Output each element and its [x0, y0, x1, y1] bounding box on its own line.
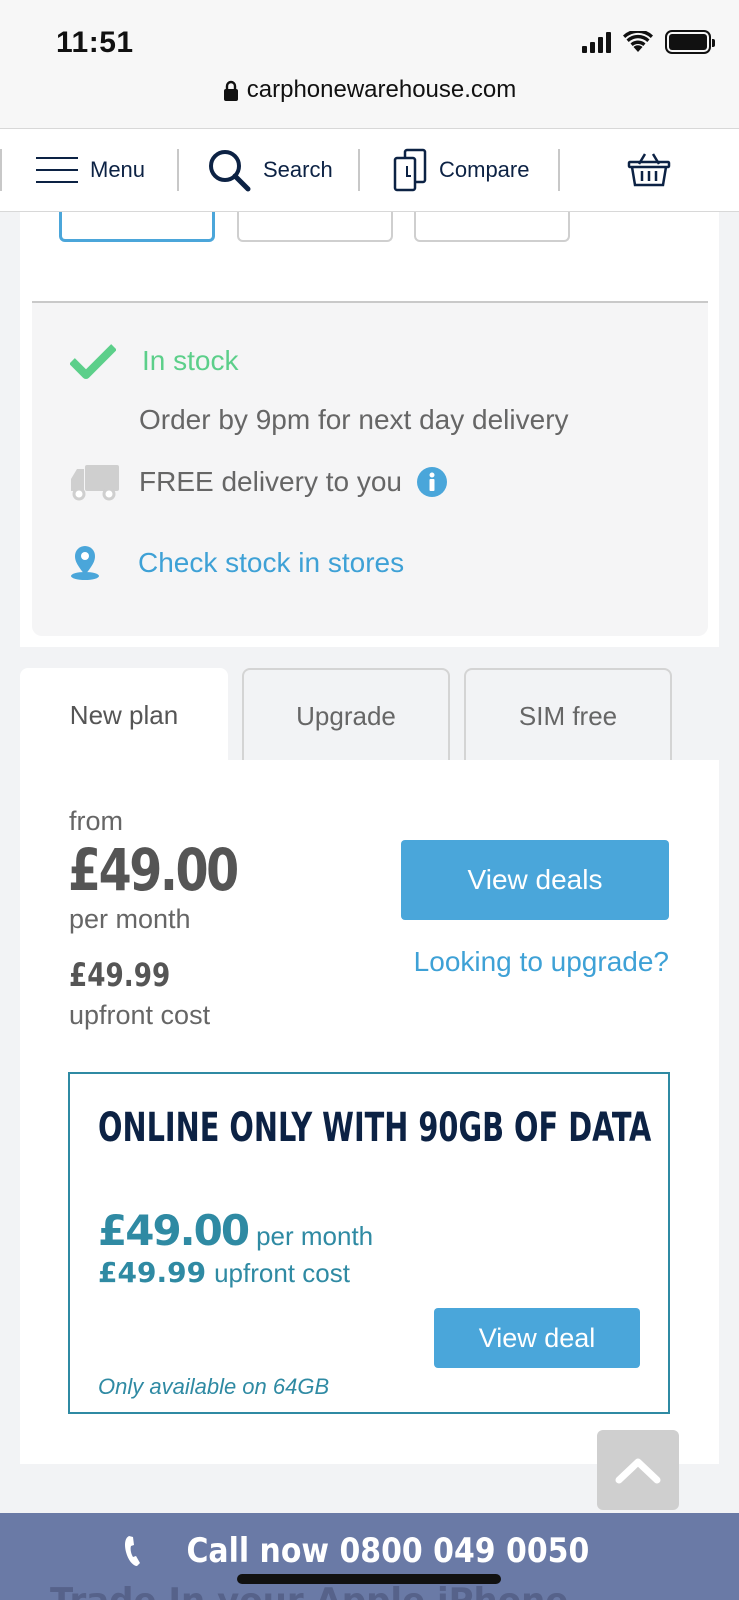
wifi-icon	[623, 31, 653, 52]
tab-new-plan[interactable]: New plan	[20, 668, 228, 762]
per-month-label: per month	[69, 904, 191, 934]
tab-sim-free[interactable]: SIM free	[464, 668, 672, 762]
free-delivery-text: FREE delivery to you	[139, 466, 402, 497]
compare-button[interactable]: Compare	[393, 147, 529, 193]
location-pin-icon	[71, 546, 99, 580]
nav-divider	[177, 149, 179, 191]
offer-note: Only available on 64GB	[98, 1374, 330, 1399]
hamburger-icon	[36, 157, 78, 183]
upfront-label: upfront cost	[69, 1000, 211, 1030]
nav-divider	[0, 149, 2, 191]
call-now-bar[interactable]: Trade In your Apple iPhone Call now 0800…	[0, 1513, 739, 1600]
site-nav: Menu Search Compare	[0, 128, 739, 212]
offer-upfront-label: upfront cost	[214, 1258, 350, 1288]
basket-button[interactable]	[627, 147, 671, 193]
monthly-price: £49.00	[68, 836, 239, 904]
scroll-top-button[interactable]	[597, 1430, 679, 1510]
search-label: Search	[263, 157, 333, 182]
offer-upfront-price: £49.99	[98, 1256, 207, 1289]
offer-price-row: £49.00 per month	[98, 1206, 373, 1255]
phone-icon	[124, 1536, 140, 1566]
truck-icon	[71, 465, 119, 501]
nav-divider	[358, 149, 360, 191]
check-icon	[70, 344, 116, 379]
offer-per-month: per month	[256, 1221, 374, 1251]
tab-label: New plan	[69, 699, 179, 730]
tab-upgrade[interactable]: Upgrade	[242, 668, 450, 762]
online-offer-card: ONLINE ONLY WITH 90GB OF DATA £49.00 per…	[68, 1072, 670, 1414]
tab-label: Upgrade	[296, 700, 396, 731]
option-selector[interactable]	[237, 212, 393, 242]
check-stores-text: Check stock in stores	[138, 547, 405, 578]
in-stock-text: In stock	[142, 345, 239, 376]
compare-label: Compare	[439, 157, 530, 182]
call-now-content: Call now 0800 049 0050	[0, 1531, 739, 1571]
battery-icon	[665, 30, 715, 54]
menu-button[interactable]: Menu	[36, 147, 145, 193]
check-stores-link[interactable]: Check stock in stores	[69, 545, 404, 581]
view-deal-button[interactable]: View deal	[434, 1308, 640, 1368]
upgrade-link[interactable]: Looking to upgrade?	[401, 946, 669, 978]
option-selector[interactable]	[59, 212, 215, 242]
from-label: from	[69, 806, 123, 836]
offer-title: ONLINE ONLY WITH 90GB OF DATA	[98, 1105, 652, 1151]
tab-label: SIM free	[518, 700, 618, 731]
offer-upfront-row: £49.99 upfront cost	[98, 1256, 350, 1289]
info-icon[interactable]	[416, 466, 448, 498]
stock-panel: In stock Order by 9pm for next day deliv…	[32, 303, 708, 636]
call-now-label: Call now 0800 049 0050	[186, 1531, 589, 1571]
offer-price: £49.00	[98, 1206, 250, 1255]
basket-icon	[627, 153, 671, 187]
browser-url-bar[interactable]: carphonewarehouse.com	[0, 76, 739, 128]
status-bar: 11:51	[0, 0, 739, 76]
option-selector[interactable]	[414, 212, 570, 242]
chevron-up-icon	[615, 1458, 661, 1484]
plan-panel: from £49.00 per month £49.99 upfront cos…	[20, 760, 719, 1464]
search-icon	[209, 150, 251, 192]
upfront-price: £49.99	[69, 956, 171, 994]
order-by-text: Order by 9pm for next day delivery	[139, 404, 569, 435]
view-deals-button[interactable]: View deals	[401, 840, 669, 920]
signal-icon	[582, 31, 611, 53]
home-indicator	[237, 1574, 501, 1584]
status-time: 11:51	[56, 26, 134, 59]
menu-label: Menu	[90, 157, 146, 182]
lock-icon	[223, 80, 238, 101]
delivery-row: FREE delivery to you	[69, 463, 448, 501]
url-text: carphonewarehouse.com	[246, 76, 517, 103]
compare-icon	[393, 148, 427, 192]
search-button[interactable]: Search	[207, 147, 333, 193]
product-options-panel: In stock Order by 9pm for next day deliv…	[20, 212, 719, 647]
status-icons	[582, 30, 715, 54]
in-stock-row: In stock	[70, 343, 238, 379]
nav-divider	[558, 149, 560, 191]
